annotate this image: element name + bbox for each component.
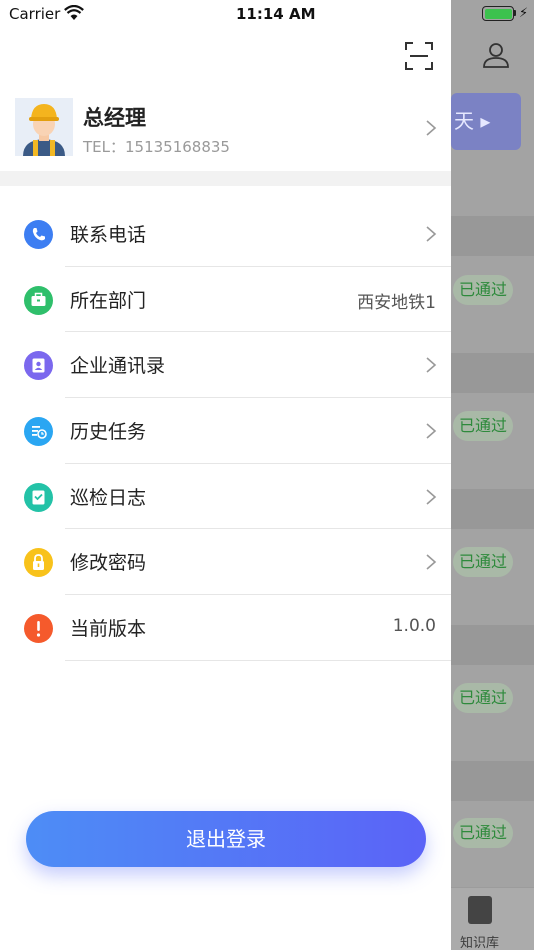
user-name: 总经理 bbox=[83, 106, 146, 130]
user-icon[interactable] bbox=[481, 40, 511, 70]
menu-item-department[interactable]: 所在部门 西安地铁1 bbox=[0, 267, 451, 333]
menu-item-value: 西安地铁1 bbox=[357, 292, 436, 313]
chevron-right-icon bbox=[426, 226, 437, 242]
section-divider bbox=[0, 171, 451, 186]
menu-item-company-contacts[interactable]: 企业通讯录 bbox=[0, 332, 451, 399]
clock: 11:14 AM bbox=[236, 5, 316, 23]
date-button-label: 天 bbox=[454, 109, 474, 133]
menu-item-label: 历史任务 bbox=[70, 421, 147, 444]
phone-icon bbox=[24, 220, 53, 249]
menu-item-history-tasks[interactable]: 历史任务 bbox=[0, 398, 451, 464]
menu-item-label: 联系电话 bbox=[70, 224, 147, 246]
menu-item-label: 所在部门 bbox=[70, 289, 147, 312]
avatar bbox=[15, 98, 73, 156]
date-button[interactable]: 天 ▸ bbox=[451, 93, 521, 150]
tab-knowledge[interactable]: 知识库 bbox=[460, 932, 499, 950]
menu-list: 联系电话 所在部门 西安地铁1 企业通讯录 历史任务 巡检日志 修改密码 当前版… bbox=[0, 201, 451, 661]
menu-item-inspection-log[interactable]: 巡检日志 bbox=[0, 464, 451, 530]
contacts-icon bbox=[24, 351, 53, 381]
chevron-right-icon bbox=[426, 423, 437, 439]
status-badge: 已通过 bbox=[453, 411, 513, 441]
log-icon bbox=[24, 482, 53, 512]
wifi-icon bbox=[64, 5, 84, 20]
briefcase-icon bbox=[24, 285, 53, 315]
logout-button[interactable]: 退出登录 bbox=[26, 811, 426, 867]
menu-item-label: 企业通讯录 bbox=[70, 355, 166, 378]
scan-icon[interactable] bbox=[405, 42, 433, 70]
side-drawer: 总经理 TEL：15135168835 联系电话 所在部门 西安地铁1 企业通讯… bbox=[0, 0, 451, 950]
profile-header[interactable]: 总经理 TEL：15135168835 bbox=[0, 92, 451, 168]
status-badge: 已通过 bbox=[453, 818, 513, 848]
chevron-right-icon bbox=[426, 554, 437, 571]
status-bar: Carrier 11:14 AM ⚡ bbox=[0, 0, 534, 28]
menu-item-version: 当前版本 1.0.0 bbox=[0, 595, 451, 661]
chevron-right-icon bbox=[426, 357, 437, 373]
carrier-label: Carrier bbox=[9, 5, 61, 23]
status-badge: 已通过 bbox=[453, 275, 513, 305]
menu-item-label: 巡检日志 bbox=[70, 486, 147, 509]
status-badge: 已通过 bbox=[453, 547, 513, 577]
charging-icon: ⚡ bbox=[519, 6, 529, 21]
user-tel: TEL：15135168835 bbox=[83, 138, 230, 156]
history-icon bbox=[24, 417, 53, 447]
menu-item-change-password[interactable]: 修改密码 bbox=[0, 529, 451, 596]
status-badge: 已通过 bbox=[453, 683, 513, 713]
alert-icon bbox=[24, 614, 53, 644]
book-icon[interactable] bbox=[468, 896, 492, 924]
worker-avatar-icon bbox=[15, 98, 73, 156]
chevron-right-icon bbox=[426, 489, 437, 505]
menu-item-label: 修改密码 bbox=[70, 552, 147, 575]
lock-icon bbox=[24, 548, 53, 578]
chevron-right-icon bbox=[426, 120, 437, 136]
menu-item-label: 当前版本 bbox=[70, 618, 147, 641]
version-value: 1.0.0 bbox=[392, 616, 436, 637]
menu-item-contact-phone[interactable]: 联系电话 bbox=[0, 201, 451, 267]
battery-icon bbox=[482, 6, 514, 21]
